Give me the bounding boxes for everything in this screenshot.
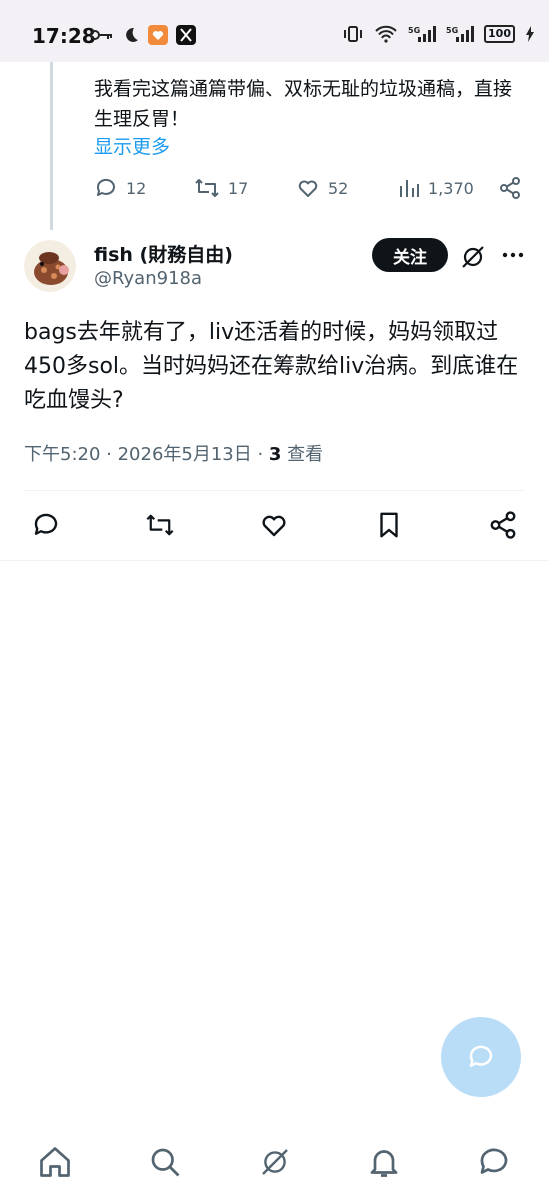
repost-icon [194, 176, 220, 200]
grok-tab-icon [262, 1149, 288, 1175]
repost-action[interactable]: 17 [194, 176, 248, 200]
share-button[interactable] [488, 510, 518, 540]
app-heart-icon [148, 25, 168, 45]
bookmark-button[interactable] [374, 510, 404, 540]
bottom-tab-bar [0, 1130, 549, 1200]
battery-indicator: 100 [484, 25, 515, 43]
avatar[interactable] [24, 240, 76, 292]
views-count: 1,370 [428, 178, 474, 198]
heart-icon-main [262, 515, 286, 537]
previous-reply-actions: 12 17 52 1,370 [94, 176, 530, 208]
reply-bubble-icon [469, 1045, 493, 1067]
key-icon [90, 28, 114, 42]
views-count-main: 3 [268, 444, 282, 465]
repost-count: 17 [228, 178, 249, 198]
compose-reply-fab[interactable] [441, 1017, 521, 1097]
tweet-text: bags去年就有了，liv还活着的时候，妈妈领取过450多sol。当时妈妈还在筹… [24, 320, 519, 413]
like-action[interactable]: 52 [296, 176, 348, 200]
tab-home[interactable] [37, 1144, 73, 1180]
views-action[interactable]: 1,370 [398, 176, 474, 200]
handle[interactable]: @Ryan918a [94, 268, 202, 289]
analytics-icon [398, 176, 420, 200]
previous-reply-text: 我看完这篇通篇带偏、双标无耻的垃圾通稿，直接生理反胃！ [94, 78, 513, 130]
tab-grok[interactable] [257, 1144, 293, 1180]
repost-icon-main [146, 514, 174, 536]
grok-icon[interactable] [458, 242, 488, 272]
like-button[interactable] [259, 510, 289, 540]
home-icon [40, 1147, 70, 1177]
tab-search[interactable] [147, 1144, 183, 1180]
bell-icon [370, 1150, 398, 1177]
tab-messages[interactable] [476, 1144, 512, 1180]
charging-icon [525, 26, 535, 42]
tweet-meta: 下午5:20 · 2026年5月13日 · 3 查看 [24, 440, 323, 466]
signal-5g-icon-2: 5G [446, 25, 475, 43]
status-icons-left [90, 25, 196, 45]
search-icon [151, 1148, 180, 1177]
svg-text:5G: 5G [408, 26, 420, 35]
svg-text:5G: 5G [446, 26, 458, 35]
status-time: 17:28 [32, 24, 96, 48]
share-icon [498, 176, 522, 200]
reply-action[interactable]: 12 [94, 176, 146, 200]
repost-button[interactable] [145, 510, 175, 540]
views-label: 查看 [281, 444, 324, 465]
x-app-icon [176, 25, 196, 45]
main-tweet: fish (財務自由) @Ryan918a 关注 bags去年就有了，liv还活… [0, 230, 549, 561]
display-name[interactable]: fish (財務自由) [94, 240, 233, 267]
follow-button[interactable]: 关注 [372, 238, 448, 272]
share-action[interactable] [498, 176, 522, 200]
show-more-link[interactable]: 显示更多 [94, 132, 170, 159]
timestamp: 下午5:20 · 2026年5月13日 · [24, 444, 269, 465]
messages-icon [480, 1148, 508, 1174]
reply-count: 12 [126, 178, 147, 198]
more-options-icon[interactable] [500, 242, 526, 268]
share-icon-main [490, 511, 516, 539]
signal-5g-icon: 5G [408, 25, 437, 43]
status-bar: 17:28 5G 5G 100 [0, 0, 549, 62]
vibrate-icon [342, 25, 364, 43]
divider [24, 490, 525, 491]
wifi-icon [374, 25, 398, 43]
reply-button[interactable] [31, 510, 61, 540]
heart-icon [296, 176, 320, 200]
bookmark-icon [380, 512, 398, 538]
tab-notifications[interactable] [366, 1144, 402, 1180]
reply-icon [94, 176, 118, 200]
reply-icon-main [34, 513, 58, 535]
like-count: 52 [328, 178, 349, 198]
status-icons-right: 5G 5G 100 [342, 25, 535, 43]
thread-line [50, 62, 53, 230]
moon-icon [122, 26, 140, 44]
